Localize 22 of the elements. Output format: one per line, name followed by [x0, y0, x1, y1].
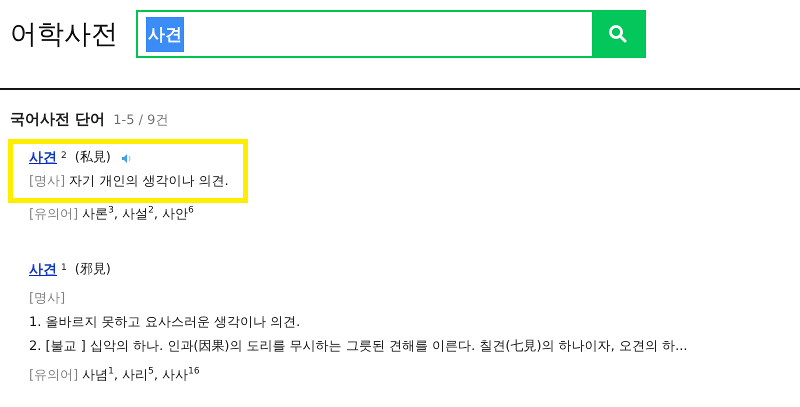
speaker-icon[interactable] [120, 152, 133, 164]
synonym-list: 사념$^{1}$, 사리$^{5}$, 사사$^{16}$ [82, 368, 200, 383]
synonym-label: [유의어] [29, 368, 78, 383]
word-link[interactable]: 사견 [29, 258, 57, 282]
synonym-list: 사론$^{3}$, 사설$^{2}$, 사안$^{6}$ [82, 207, 194, 222]
result-count: 1-5 / 9건 [113, 112, 168, 129]
hanja-text: (私見) [74, 149, 111, 167]
hanja-text: (邪見) [74, 261, 111, 280]
definition: 1. 올바르지 못하고 요사스러운 생각이나 의견. [29, 315, 300, 330]
word-link[interactable]: 사견 [29, 146, 57, 170]
homonym-number: 1 [61, 262, 67, 276]
section-title: 국어사전 단어 [10, 110, 106, 129]
homonym-number: 2 [61, 150, 67, 163]
definition: 자기 개인의 생각이나 의견. [69, 174, 229, 189]
definition: 2. [불교 ] 십악의 하나. 인과(因果)의 도리를 무시하는 그릇된 견해를 이른다. 칠견(七見)의 하나이자, 오견의 하... [29, 339, 688, 354]
synonym-label: [유의어] [29, 207, 78, 222]
search-button[interactable] [592, 12, 644, 56]
search-text: 사견 [146, 16, 184, 52]
search-icon [608, 24, 628, 44]
dictionary-title: 어학사전 [10, 18, 118, 52]
part-of-speech: [명사] [29, 174, 66, 189]
part-of-speech: [명사] [29, 291, 66, 306]
